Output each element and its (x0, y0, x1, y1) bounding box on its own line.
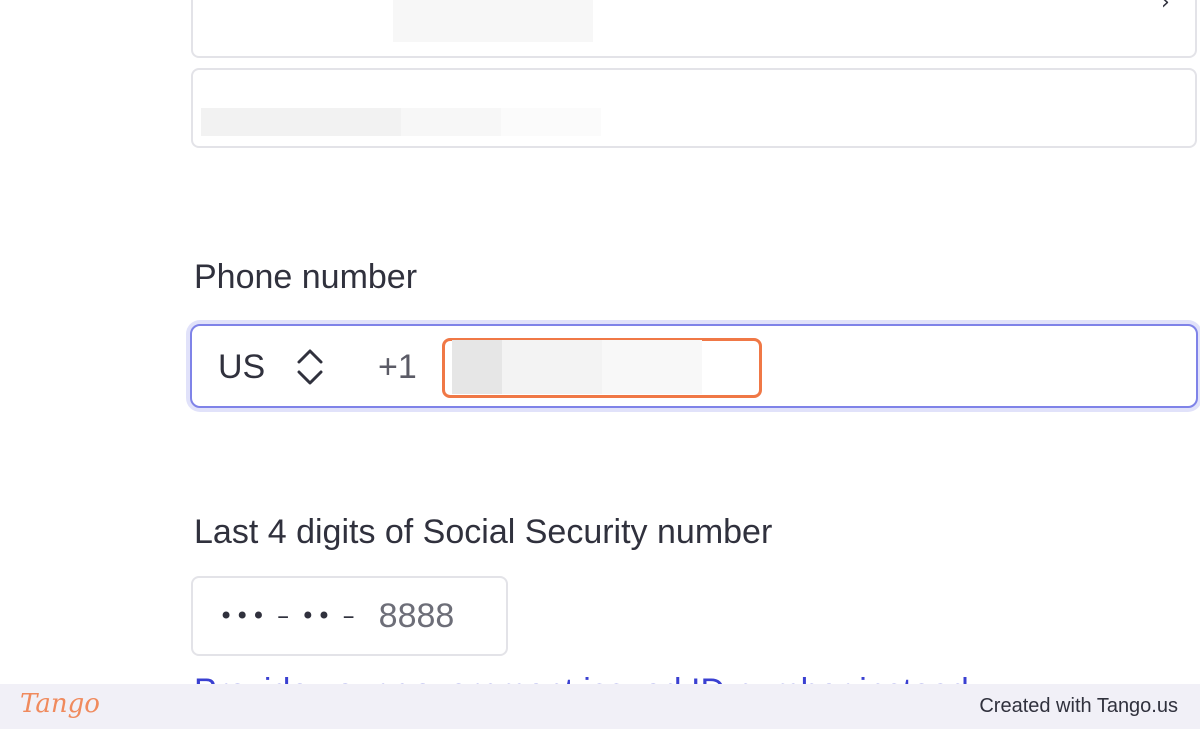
phone-number-label: Phone number (194, 258, 418, 296)
redacted-value (452, 340, 502, 394)
redacted-value (501, 108, 601, 136)
government-id-link[interactable]: Provide your government issued ID number… (194, 672, 969, 684)
form-page: › Phone number US +1 Last 4 digits of So… (0, 0, 1200, 684)
select-field-partial[interactable]: › (191, 0, 1197, 58)
dial-prefix: +1 (378, 348, 417, 386)
chevron-right-icon: › (1161, 0, 1170, 15)
ssn-last-four-input[interactable]: ••• – •• – 8888 (191, 576, 508, 656)
redacted-value (401, 108, 501, 136)
redacted-value (602, 340, 702, 394)
created-with-text: Created with Tango.us (979, 695, 1178, 717)
ssn-last-four-value: 8888 (378, 596, 455, 635)
address-field[interactable] (191, 68, 1197, 148)
ssn-last-four-label: Last 4 digits of Social Security number (194, 513, 773, 551)
country-code-value: US (218, 347, 266, 386)
redacted-value (201, 108, 401, 136)
redacted-value (393, 0, 593, 42)
redacted-value (502, 340, 602, 394)
phone-number-field[interactable]: US +1 (190, 324, 1198, 408)
country-code-select[interactable]: US (218, 344, 327, 390)
chevron-up-down-icon (297, 349, 323, 385)
ssn-mask: ••• – •• – (219, 602, 357, 630)
tango-logo: Tango (20, 689, 100, 719)
tango-footer: Tango Created with Tango.us (0, 684, 1200, 729)
